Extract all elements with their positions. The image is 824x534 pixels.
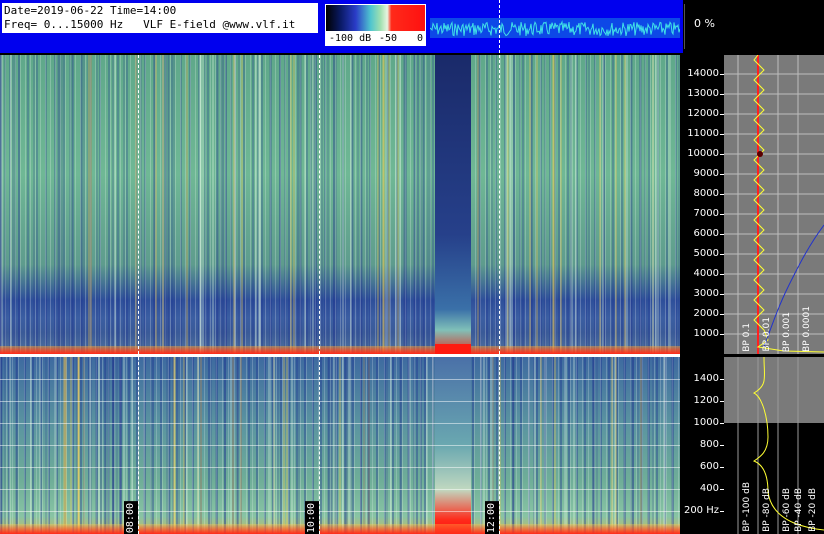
tick-label-2000: 2000 [693,308,719,319]
scale-label-min: -100 dB [329,33,372,44]
tick-label-9000: 9000 [693,168,719,179]
header-time-marker [499,0,500,53]
header-bar: Date=2019-06-22 Time=14:00 Freq= 0...150… [0,0,683,53]
side-header-panel: 0 % [684,0,824,53]
time-gridline-10 [319,55,320,354]
spectrogram-low-freq: 08:00 10:00 12:00 [0,357,680,534]
color-scale-legend: -100 dB -50 0 [325,4,426,46]
power-strip [430,6,680,46]
time-label-12: 12:00 [485,501,499,534]
tick-label-1200: 1200 [693,395,719,406]
tick-label-5000: 5000 [693,248,719,259]
time-gridline-10-low [319,357,320,534]
scale-label-mid: -50 [379,33,398,44]
bp-label-bottom-4: BP -20 dB [808,488,818,532]
frequency-axis-low: 1400 1200 1000 800 600 400 200 Hz [680,357,724,534]
red-floor-band [0,346,680,354]
power-strip-trace [430,18,680,38]
info-line-date: Date=2019-06-22 Time=14:00 [4,4,177,17]
tick-label-200: 200 Hz [683,505,719,516]
time-label-10: 10:00 [305,501,319,534]
percent-readout: 0 % [694,17,715,30]
spectrogram-high-freq [0,55,680,354]
tick-label-4000: 4000 [693,268,719,279]
tick-label-600: 600 [699,461,719,472]
info-line-freq: Freq= 0...15000 Hz VLF E-field @www.vlf.… [4,18,296,31]
tick-label-1400: 1400 [693,373,719,384]
time-gridline-12-low [499,357,500,534]
bp-label-bottom-2: BP -60 dB [782,488,792,532]
spectrum-side-panel-high: BP 0.1 BP 0.01 BP 0.001 BP 0.0001 [724,55,824,354]
tick-label-3000: 3000 [693,288,719,299]
time-gridline-08-low [138,357,139,534]
data-gap-block [435,55,471,354]
tick-label-11000: 11000 [687,128,719,139]
tick-label-6000: 6000 [693,228,719,239]
bp-label-0: BP 0.1 [742,323,752,352]
tick-label-400: 400 [699,483,719,494]
info-box: Date=2019-06-22 Time=14:00 Freq= 0...150… [2,3,318,33]
red-floor-band-low [0,524,680,534]
spectrum-side-panel-low: BP -100 dB BP -80 dB BP -60 dB BP -40 dB… [724,357,824,534]
tick-label-10000: 10000 [687,148,719,159]
tick-label-13000: 13000 [687,88,719,99]
frequency-axis-high: 14000 13000 12000 11000 10000 9000 8000 … [680,55,724,354]
scale-label-max: 0 [417,33,424,44]
tick-label-7000: 7000 [693,208,719,219]
bp-label-2: BP 0.001 [782,311,792,352]
tick-label-1000: 1000 [693,328,719,339]
tick-label-800: 800 [699,439,719,450]
color-scale-bar [326,5,425,31]
tick-label-1000: 1000 [693,417,719,428]
tick-label-12000: 12000 [687,108,719,119]
time-gridline-08 [138,55,139,354]
tick-label-14000: 14000 [687,68,719,79]
bp-label-bottom-0: BP -100 dB [742,482,752,532]
bp-label-1: BP 0.01 [762,317,772,352]
bp-label-3: BP 0.0001 [802,306,812,352]
time-label-08: 08:00 [124,501,138,534]
spec-top-streaks [0,55,680,354]
tick-label-8000: 8000 [693,188,719,199]
time-gridline-12 [499,55,500,354]
bp-label-bottom-3: BP -40 dB [794,488,804,532]
bp-label-bottom-1: BP -80 dB [762,488,772,532]
